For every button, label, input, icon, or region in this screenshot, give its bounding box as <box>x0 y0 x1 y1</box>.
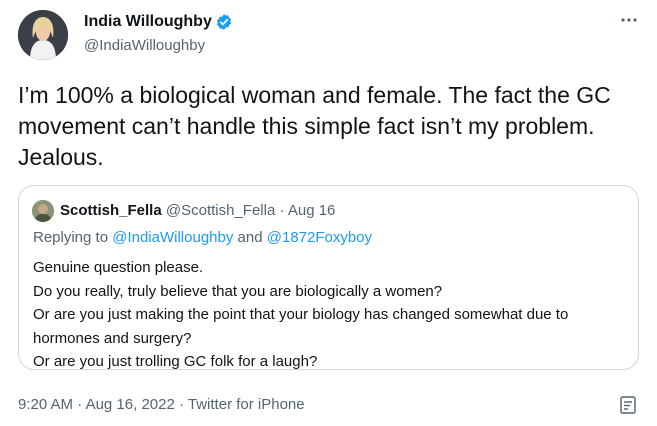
quoted-display-name[interactable]: Scottish_Fella <box>60 202 162 219</box>
verified-badge-icon <box>215 13 233 31</box>
quoted-header: Scottish_Fella @Scottish_Fella · Aug 16 <box>60 202 335 219</box>
author-avatar[interactable] <box>18 10 68 60</box>
more-options-button[interactable] <box>619 9 639 29</box>
more-horizontal-icon <box>620 10 638 28</box>
mention-link[interactable]: @IndiaWilloughby <box>112 229 233 246</box>
tweet-card: India Willoughby @IndiaWilloughby I’m 10… <box>0 0 657 426</box>
tweet-time[interactable]: 9:20 AM <box>18 396 73 413</box>
analytics-button[interactable] <box>620 396 636 414</box>
replying-to-label: Replying to <box>33 229 109 246</box>
meta-separator: · <box>178 396 184 413</box>
author-handle[interactable]: @IndiaWilloughby <box>84 37 205 54</box>
tweet-text: I’m 100% a biological woman and female. … <box>18 82 611 170</box>
author-display-name[interactable]: India Willoughby <box>84 13 212 31</box>
tweet-date[interactable]: Aug 16, 2022 <box>86 396 175 413</box>
quoted-text-line: Or are you just making the point that yo… <box>33 306 569 323</box>
quoted-tweet[interactable]: Scottish_Fella @Scottish_Fella · Aug 16 … <box>18 185 639 370</box>
analytics-icon <box>620 396 636 418</box>
quoted-text-line: Do you really, truly believe that you ar… <box>33 282 443 300</box>
quoted-text-line: Or are you just trolling GC folk for a l… <box>33 353 318 370</box>
quoted-author-avatar[interactable] <box>32 200 54 222</box>
quoted-text-line: Genuine question please. <box>33 259 204 276</box>
quoted-text-line: hormones and surgery? <box>33 329 192 347</box>
quoted-separator: · <box>279 202 285 219</box>
tweet-source[interactable]: Twitter for iPhone <box>188 396 305 413</box>
quoted-handle[interactable]: @Scottish_Fella <box>166 202 275 219</box>
quoted-text: Genuine question please. Do you really, … <box>33 256 633 374</box>
quoted-date[interactable]: Aug 16 <box>288 202 336 219</box>
author-name-row: India Willoughby <box>84 13 233 31</box>
and-label: and <box>237 229 263 246</box>
tweet-meta: 9:20 AM · Aug 16, 2022 · Twitter for iPh… <box>18 396 305 413</box>
mention-link[interactable]: @1872Foxyboy <box>267 229 372 246</box>
replying-to: Replying to @IndiaWilloughby and @1872Fo… <box>33 229 372 246</box>
meta-separator: · <box>77 396 83 413</box>
